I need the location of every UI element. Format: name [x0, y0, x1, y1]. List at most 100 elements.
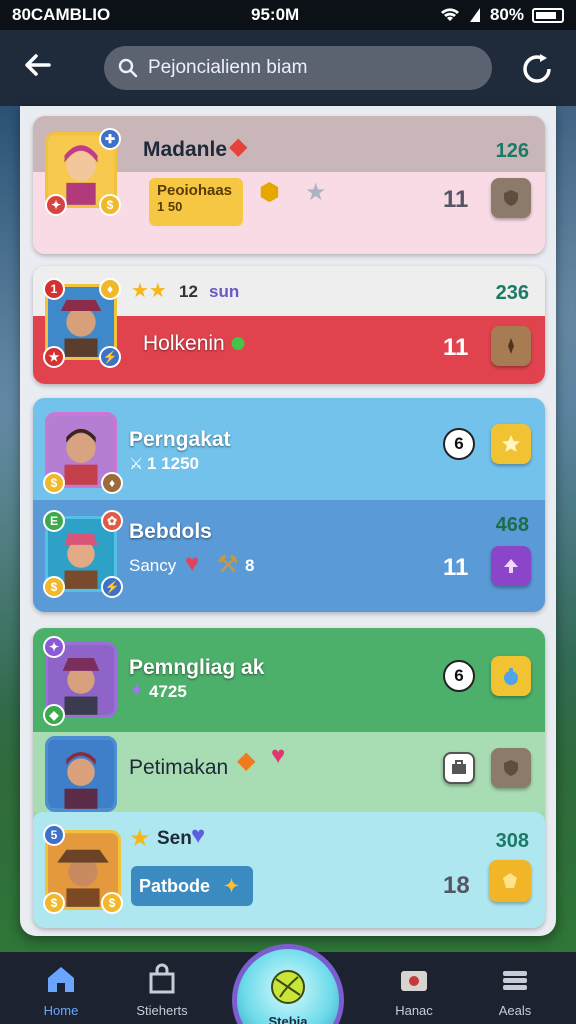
player-stat: 4725 — [149, 682, 187, 701]
heart-gem-icon: ♥ — [185, 550, 200, 577]
nav-center-label: Stebia — [268, 1014, 308, 1024]
player-row-pemngliag[interactable]: Pemngliag ak ✦ 4725 6 ✦ ◆ — [33, 628, 545, 732]
gold-cube-icon: ⬢ — [259, 179, 280, 206]
stack-icon — [503, 971, 527, 990]
back-button[interactable] — [18, 48, 58, 88]
player-score: 236 — [495, 282, 529, 304]
shield-icon — [504, 190, 518, 206]
bolt-badge-icon: ⚡ — [99, 346, 121, 368]
player-row-perngakat[interactable]: Perngakat ⚔ 1 1250 6 $ ♦ — [33, 398, 545, 500]
player-level: 11 — [443, 334, 469, 361]
orange-gem-icon: ◆ — [237, 747, 256, 774]
bag-icon — [149, 963, 175, 994]
badge-hex-button[interactable] — [491, 748, 531, 788]
player-level: 11 — [443, 186, 469, 213]
player-name: Sen — [157, 828, 192, 849]
rank-tag-label: Peoiohaas — [157, 182, 233, 199]
arrow-left-icon — [25, 54, 51, 76]
green-orb-icon: ● — [229, 326, 248, 359]
round-number-button[interactable]: 6 — [443, 660, 475, 692]
purple-bag-icon: ♥ — [191, 822, 206, 849]
coin-badge-icon: $ — [99, 194, 121, 216]
nav-home[interactable]: Home — [26, 962, 96, 1018]
player-row-petimakan[interactable]: Petimakan ◆ ♥ — [33, 732, 545, 812]
player-card-group-green: Pemngliag ak ✦ 4725 6 ✦ ◆ Petimakan ◆ ♥ — [33, 628, 545, 928]
hammer-icon: ⚒ — [217, 551, 239, 578]
leaf-badge-icon: ◆ — [43, 704, 65, 726]
coin-badge-icon: $ — [101, 892, 123, 914]
nav-hanac[interactable]: Hanac — [379, 962, 449, 1018]
star-icon — [502, 435, 520, 452]
player-score: 308 — [495, 830, 529, 852]
player-card-group-blue: Perngakat ⚔ 1 1250 6 $ ♦ Bebdols Sancy ♥ — [33, 398, 545, 612]
ball-icon — [271, 970, 305, 1004]
player-name: Petimakan — [129, 756, 229, 779]
wifi-icon — [440, 8, 459, 21]
player-sub: Sancy — [129, 556, 177, 575]
purple-hex-button[interactable] — [491, 546, 531, 586]
player-portrait-icon — [48, 739, 114, 809]
star-count: 12 — [179, 282, 198, 301]
camera-icon — [401, 971, 427, 991]
nav-hanac-label: Hanac — [395, 1003, 433, 1018]
nav-aeals[interactable]: Aeals — [480, 962, 550, 1018]
gold-gem-icon — [503, 873, 517, 888]
nav-center-play-button[interactable]: Stebia — [232, 944, 344, 1024]
stars-icon: ★★ — [131, 280, 167, 302]
rank-one-badge-icon: 1 — [43, 278, 65, 300]
player-list-panel: Madanle ◆ 12 6 Peoiohaas 1 50 ⬢ ★ 11 ✚ ✦ … — [20, 106, 556, 936]
potion-hex-button[interactable] — [491, 656, 531, 696]
player-stat: 1 1250 — [147, 454, 199, 473]
shield-badge-icon: ✚ — [99, 128, 121, 150]
badge-hex-button[interactable] — [491, 178, 531, 218]
coin-badge-icon: $ — [43, 892, 65, 914]
sword-icon: ⚔ — [129, 456, 144, 473]
player-name: Perngakat — [129, 428, 231, 451]
avatar — [45, 736, 117, 812]
search-placeholder: Pejoncialienn biam — [148, 57, 308, 78]
player-level: 18 — [443, 872, 470, 899]
player-name: Madanle — [143, 138, 228, 161]
bolt-badge-icon: ⚡ — [101, 576, 123, 598]
inventory-button[interactable] — [443, 752, 475, 784]
nav-stickers-label: Stieherts — [136, 1003, 188, 1018]
top-bar: Pejoncialienn biam — [0, 30, 576, 106]
coin-badge-icon: $ — [43, 472, 65, 494]
flame-badge-icon: ✦ — [45, 194, 67, 216]
player-card-holkenin[interactable]: ★★ 12 sun 236 Holkenin ● 11 1 ♦ ★ ⚡ — [33, 266, 545, 384]
player-score: 468 — [495, 514, 529, 536]
ruby-gem-icon: ◆ — [229, 133, 248, 160]
gold-star-hex-button[interactable] — [491, 424, 531, 464]
badge-hex-button[interactable] — [491, 326, 531, 366]
leaf-badge-icon: E — [43, 510, 65, 532]
player-row-sen[interactable]: ★ Sen ♥ 308 Patbode ✦ 18 5 $ $ — [33, 812, 545, 928]
nav-stickers[interactable]: Stieherts — [127, 962, 197, 1018]
patbode-label: Patbode — [139, 875, 211, 896]
flower-badge-icon: ✿ — [101, 510, 123, 532]
round-number-button[interactable]: 6 — [443, 428, 475, 460]
crystal-icon: ✦ — [129, 680, 145, 700]
battery-percent: 80% — [489, 5, 524, 24]
item-count: 8 — [245, 556, 255, 575]
search-icon — [118, 58, 138, 78]
status-bar: 80CAMBLIO 95:0M 80% — [0, 0, 576, 30]
carrier-label: 80CAMBLIO — [12, 5, 111, 24]
gold-hex-button[interactable] — [489, 860, 531, 902]
star-icon: ★ — [129, 825, 151, 852]
player-name: Bebdols — [129, 520, 212, 543]
arrow-up-icon — [504, 559, 518, 573]
player-card-madanle[interactable]: Madanle ◆ 126 Peoiohaas 1 50 ⬢ ★ 11 ✚ ✦ … — [33, 116, 545, 254]
player-name: Holkenin — [143, 332, 225, 355]
shield-icon — [504, 760, 518, 776]
potion-icon — [504, 668, 518, 685]
search-input[interactable]: Pejoncialienn biam — [104, 46, 492, 90]
heart-icon: ♥ — [271, 742, 286, 769]
refresh-icon[interactable] — [520, 51, 554, 85]
player-row-bebdols[interactable]: Bebdols Sancy ♥ ⚒ 8 468 11 E ✿ $ ⚡ — [33, 500, 545, 612]
rank-tag: Peoiohaas 1 50 — [149, 178, 243, 226]
player-name: Pemngliag ak — [129, 656, 265, 679]
compass-icon — [508, 338, 514, 354]
patbode-button[interactable]: Patbode ✦ — [131, 866, 253, 906]
home-icon — [48, 967, 74, 992]
coin-badge-icon: $ — [43, 576, 65, 598]
